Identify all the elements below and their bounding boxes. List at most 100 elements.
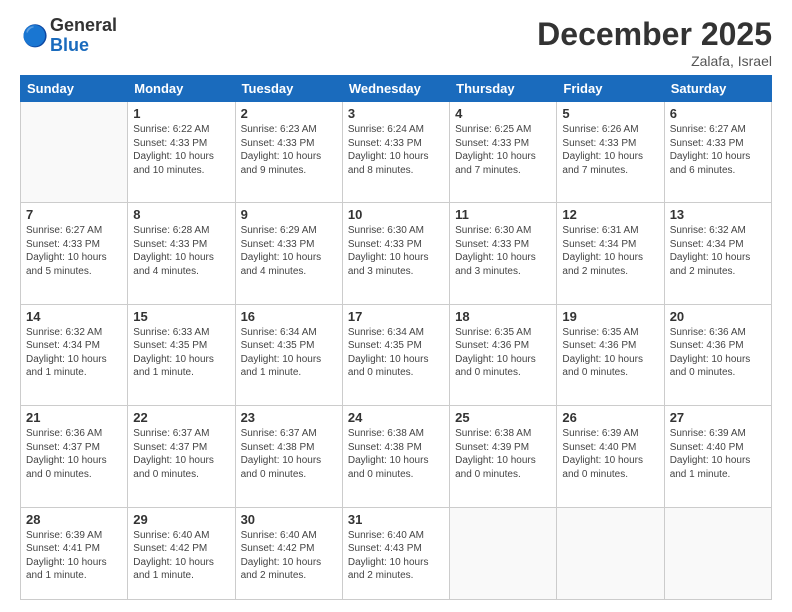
calendar-cell: 9 Sunrise: 6:29 AM Sunset: 4:33 PM Daylig…	[235, 203, 342, 304]
day-info: Sunrise: 6:32 AM Sunset: 4:34 PM Dayligh…	[26, 326, 122, 380]
day-number: 4	[455, 106, 551, 121]
day-number: 15	[133, 309, 229, 324]
calendar-cell: 22Sunrise: 6:37 AM Sunset: 4:37 PM Dayli…	[128, 406, 235, 507]
calendar-cell: 5Sunrise: 6:26 AM Sunset: 4:33 PM Daylig…	[557, 102, 664, 203]
day-number: 20	[670, 309, 766, 324]
day-number: 26	[562, 410, 658, 425]
day-number: 10	[348, 207, 444, 222]
logo-text: General	[50, 16, 117, 36]
day-number: 25	[455, 410, 551, 425]
day-number: 6	[670, 106, 766, 121]
week-row-3: 14 Sunrise: 6:32 AM Sunset: 4:34 PM Dayli…	[21, 304, 772, 405]
day-info: Sunrise: 6:40 AM Sunset: 4:42 PM Dayligh…	[133, 529, 229, 583]
weekday-header-tuesday: Tuesday	[235, 76, 342, 102]
calendar-cell: 31Sunrise: 6:40 AM Sunset: 4:43 PM Dayli…	[342, 507, 449, 599]
calendar-cell: 15 Sunrise: 6:33 AM Sunset: 4:35 PM Dayli…	[128, 304, 235, 405]
calendar-cell: 3 Sunrise: 6:24 AM Sunset: 4:33 PM Daylig…	[342, 102, 449, 203]
day-info: Sunrise: 6:39 AM Sunset: 4:40 PM Dayligh…	[562, 427, 658, 481]
calendar-cell: 12Sunrise: 6:31 AM Sunset: 4:34 PM Dayli…	[557, 203, 664, 304]
calendar-cell: 20 Sunrise: 6:36 AM Sunset: 4:36 PM Dayli…	[664, 304, 771, 405]
day-info: Sunrise: 6:29 AM Sunset: 4:33 PM Dayligh…	[241, 224, 337, 278]
calendar-cell: 6 Sunrise: 6:27 AM Sunset: 4:33 PM Daylig…	[664, 102, 771, 203]
calendar-cell: 28 Sunrise: 6:39 AM Sunset: 4:41 PM Dayli…	[21, 507, 128, 599]
day-info: Sunrise: 6:34 AM Sunset: 4:35 PM Dayligh…	[348, 326, 444, 380]
title-block: December 2025 Zalafa, Israel	[537, 16, 772, 69]
weekday-header-friday: Friday	[557, 76, 664, 102]
day-info: Sunrise: 6:22 AM Sunset: 4:33 PM Dayligh…	[133, 123, 229, 177]
day-info: Sunrise: 6:38 AM Sunset: 4:38 PM Dayligh…	[348, 427, 444, 481]
day-number: 3	[348, 106, 444, 121]
calendar-cell: 4 Sunrise: 6:25 AM Sunset: 4:33 PM Daylig…	[450, 102, 557, 203]
day-number: 13	[670, 207, 766, 222]
day-info: Sunrise: 6:27 AM Sunset: 4:33 PM Dayligh…	[670, 123, 766, 177]
calendar-cell: 14 Sunrise: 6:32 AM Sunset: 4:34 PM Dayli…	[21, 304, 128, 405]
day-number: 14	[26, 309, 122, 324]
day-info: Sunrise: 6:34 AM Sunset: 4:35 PM Dayligh…	[241, 326, 337, 380]
calendar-cell: 7 Sunrise: 6:27 AM Sunset: 4:33 PM Daylig…	[21, 203, 128, 304]
calendar-cell: 1 Sunrise: 6:22 AM Sunset: 4:33 PM Daylig…	[128, 102, 235, 203]
calendar-cell: 18 Sunrise: 6:35 AM Sunset: 4:36 PM Dayli…	[450, 304, 557, 405]
day-info: Sunrise: 6:36 AM Sunset: 4:36 PM Dayligh…	[670, 326, 766, 380]
day-number: 2	[241, 106, 337, 121]
calendar-cell: 27Sunrise: 6:39 AM Sunset: 4:40 PM Dayli…	[664, 406, 771, 507]
weekday-header-monday: Monday	[128, 76, 235, 102]
calendar-cell: 24 Sunrise: 6:38 AM Sunset: 4:38 PM Dayli…	[342, 406, 449, 507]
day-info: Sunrise: 6:32 AM Sunset: 4:34 PM Dayligh…	[670, 224, 766, 278]
day-number: 23	[241, 410, 337, 425]
day-info: Sunrise: 6:35 AM Sunset: 4:36 PM Dayligh…	[562, 326, 658, 380]
day-info: Sunrise: 6:25 AM Sunset: 4:33 PM Dayligh…	[455, 123, 551, 177]
day-number: 5	[562, 106, 658, 121]
week-row-2: 7 Sunrise: 6:27 AM Sunset: 4:33 PM Daylig…	[21, 203, 772, 304]
day-number: 12	[562, 207, 658, 222]
day-number: 27	[670, 410, 766, 425]
page: 🔵 General Blue December 2025 Zalafa, Isr…	[0, 0, 792, 612]
location: Zalafa, Israel	[537, 53, 772, 69]
day-info: Sunrise: 6:33 AM Sunset: 4:35 PM Dayligh…	[133, 326, 229, 380]
day-number: 17	[348, 309, 444, 324]
day-info: Sunrise: 6:30 AM Sunset: 4:33 PM Dayligh…	[348, 224, 444, 278]
day-info: Sunrise: 6:40 AM Sunset: 4:43 PM Dayligh…	[348, 529, 444, 583]
header: 🔵 General Blue December 2025 Zalafa, Isr…	[20, 16, 772, 69]
calendar-cell: 2Sunrise: 6:23 AM Sunset: 4:33 PM Daylig…	[235, 102, 342, 203]
calendar-cell: 16 Sunrise: 6:34 AM Sunset: 4:35 PM Dayli…	[235, 304, 342, 405]
day-info: Sunrise: 6:24 AM Sunset: 4:33 PM Dayligh…	[348, 123, 444, 177]
day-info: Sunrise: 6:39 AM Sunset: 4:41 PM Dayligh…	[26, 529, 122, 583]
day-number: 11	[455, 207, 551, 222]
day-number: 30	[241, 512, 337, 527]
calendar-cell: 30 Sunrise: 6:40 AM Sunset: 4:42 PM Dayli…	[235, 507, 342, 599]
calendar-cell: 21 Sunrise: 6:36 AM Sunset: 4:37 PM Dayli…	[21, 406, 128, 507]
day-info: Sunrise: 6:37 AM Sunset: 4:38 PM Dayligh…	[241, 427, 337, 481]
day-info: Sunrise: 6:38 AM Sunset: 4:39 PM Dayligh…	[455, 427, 551, 481]
calendar-cell: 11 Sunrise: 6:30 AM Sunset: 4:33 PM Dayli…	[450, 203, 557, 304]
day-info: Sunrise: 6:37 AM Sunset: 4:37 PM Dayligh…	[133, 427, 229, 481]
day-info: Sunrise: 6:40 AM Sunset: 4:42 PM Dayligh…	[241, 529, 337, 583]
calendar-cell: 25 Sunrise: 6:38 AM Sunset: 4:39 PM Dayli…	[450, 406, 557, 507]
calendar-cell: 29 Sunrise: 6:40 AM Sunset: 4:42 PM Dayli…	[128, 507, 235, 599]
day-number: 7	[26, 207, 122, 222]
calendar-cell: 10 Sunrise: 6:30 AM Sunset: 4:33 PM Dayli…	[342, 203, 449, 304]
calendar-cell	[557, 507, 664, 599]
day-number: 18	[455, 309, 551, 324]
day-number: 1	[133, 106, 229, 121]
weekday-header-row: SundayMondayTuesdayWednesdayThursdayFrid…	[21, 76, 772, 102]
logo: 🔵 General Blue	[20, 16, 117, 56]
day-number: 21	[26, 410, 122, 425]
day-info: Sunrise: 6:30 AM Sunset: 4:33 PM Dayligh…	[455, 224, 551, 278]
day-info: Sunrise: 6:27 AM Sunset: 4:33 PM Dayligh…	[26, 224, 122, 278]
day-number: 9	[241, 207, 337, 222]
calendar-cell: 8Sunrise: 6:28 AM Sunset: 4:33 PM Daylig…	[128, 203, 235, 304]
calendar-cell: 17 Sunrise: 6:34 AM Sunset: 4:35 PM Dayli…	[342, 304, 449, 405]
calendar-cell	[450, 507, 557, 599]
day-info: Sunrise: 6:35 AM Sunset: 4:36 PM Dayligh…	[455, 326, 551, 380]
weekday-header-saturday: Saturday	[664, 76, 771, 102]
weekday-header-thursday: Thursday	[450, 76, 557, 102]
day-number: 29	[133, 512, 229, 527]
day-number: 19	[562, 309, 658, 324]
day-info: Sunrise: 6:28 AM Sunset: 4:33 PM Dayligh…	[133, 224, 229, 278]
day-number: 16	[241, 309, 337, 324]
day-number: 28	[26, 512, 122, 527]
calendar-table: SundayMondayTuesdayWednesdayThursdayFrid…	[20, 75, 772, 600]
day-number: 24	[348, 410, 444, 425]
week-row-1: 1 Sunrise: 6:22 AM Sunset: 4:33 PM Daylig…	[21, 102, 772, 203]
day-info: Sunrise: 6:36 AM Sunset: 4:37 PM Dayligh…	[26, 427, 122, 481]
